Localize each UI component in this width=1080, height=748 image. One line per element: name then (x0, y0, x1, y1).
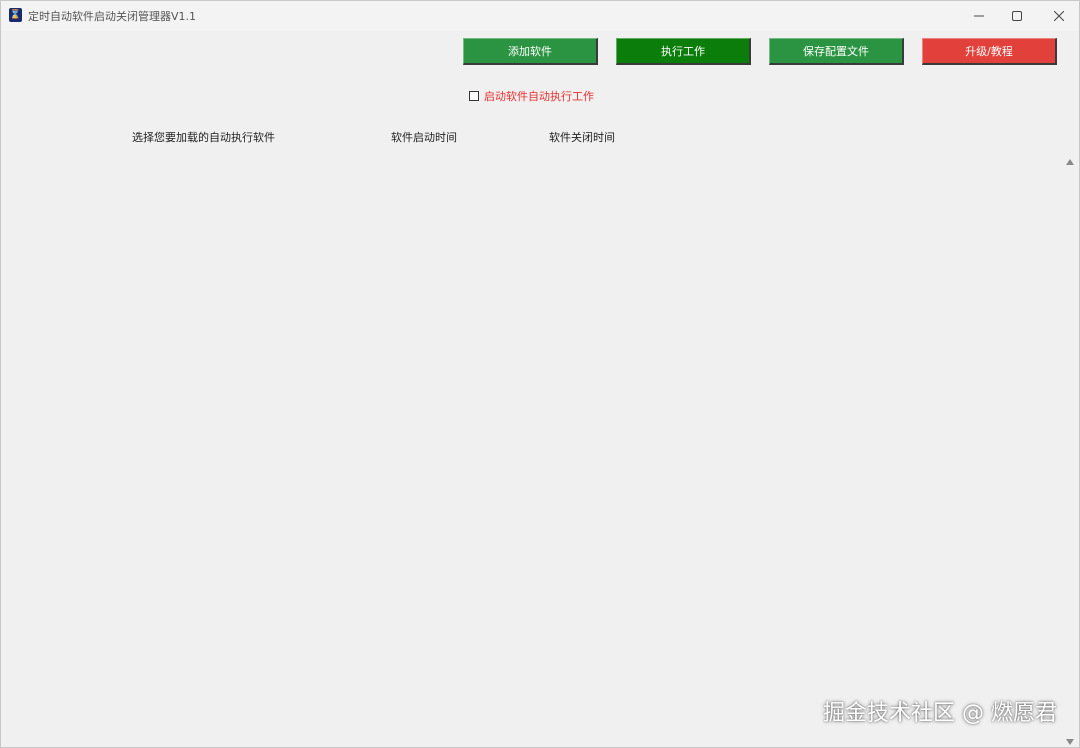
title-bar[interactable]: ⌛ 定时自动软件启动关闭管理器V1.1 (1, 1, 1079, 31)
upgrade-tutorial-button[interactable]: 升级/教程 (922, 38, 1057, 65)
window-title: 定时自动软件启动关闭管理器V1.1 (28, 10, 197, 23)
autostart-checkbox[interactable] (469, 91, 479, 101)
autostart-option[interactable]: 启动软件自动执行工作 (469, 88, 594, 104)
close-icon (1054, 11, 1064, 21)
column-header-software: 选择您要加载的自动执行软件 (132, 131, 275, 144)
close-button[interactable] (1039, 3, 1079, 29)
minimize-button[interactable] (959, 3, 999, 29)
column-header-close-time: 软件关闭时间 (549, 131, 615, 144)
hourglass-icon: ⌛ (9, 8, 22, 22)
execute-work-button[interactable]: 执行工作 (616, 38, 751, 65)
add-software-button[interactable]: 添加软件 (463, 38, 598, 65)
vertical-scrollbar[interactable] (1063, 153, 1077, 747)
scroll-down-icon[interactable] (1066, 739, 1074, 745)
column-header-start-time: 软件启动时间 (391, 131, 457, 144)
scroll-up-icon[interactable] (1066, 159, 1074, 165)
watermark: 掘金技术社区 @ 燃愿君 (823, 701, 1057, 726)
maximize-icon (1012, 11, 1022, 21)
save-config-button[interactable]: 保存配置文件 (769, 38, 904, 65)
app-window: ⌛ 定时自动软件启动关闭管理器V1.1 添加软件 执行工作 保存配置文件 升级/… (0, 0, 1080, 748)
autostart-label: 启动软件自动执行工作 (484, 90, 594, 103)
minimize-icon (974, 15, 984, 17)
maximize-button[interactable] (997, 3, 1037, 29)
